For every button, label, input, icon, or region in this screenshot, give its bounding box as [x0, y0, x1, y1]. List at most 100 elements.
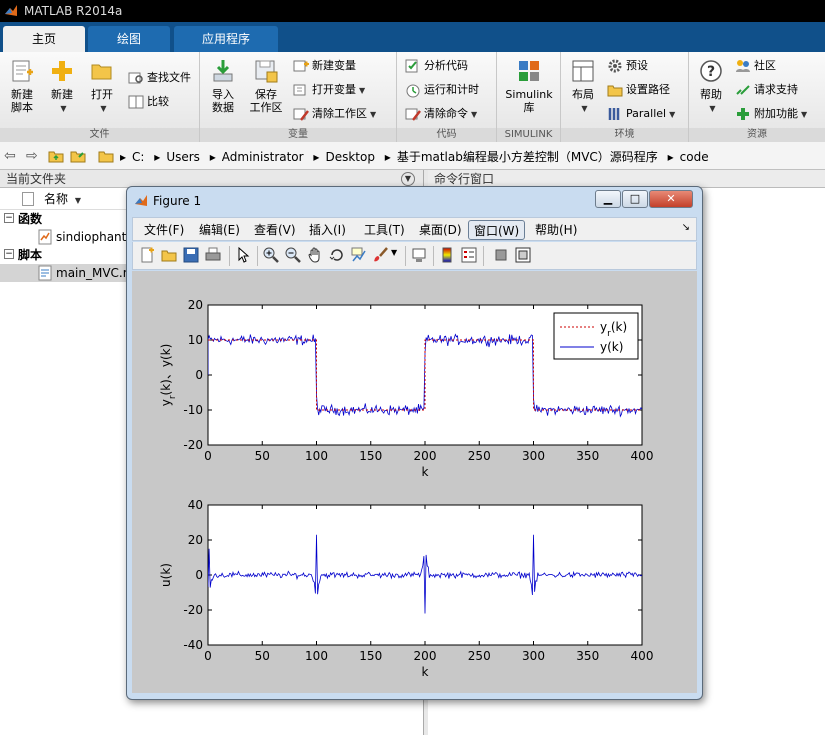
menu-edit[interactable]: 编辑(E)	[194, 220, 245, 240]
parallel-icon	[608, 108, 620, 120]
ribbon-group-resources: ? 帮助 ▼ 社区 请求支持 附加功能 ▼ 资源	[689, 52, 825, 142]
new-variable-icon	[293, 60, 309, 72]
open-button[interactable]: 打开 ▼	[84, 58, 120, 115]
breadcrumb-item[interactable]: Desktop	[325, 150, 375, 164]
tab-plots[interactable]: 绘图	[88, 26, 170, 52]
y-tick-label: 0	[195, 568, 203, 582]
panel-menu-icon[interactable]: ▼	[401, 172, 415, 186]
save-icon[interactable]	[183, 247, 199, 263]
zoom-out-icon[interactable]	[285, 247, 301, 263]
print-icon[interactable]	[205, 247, 221, 263]
menu-file[interactable]: 文件(F)	[139, 220, 189, 240]
import-data-button[interactable]: 导入 数据	[204, 58, 242, 114]
folder-open-icon	[91, 64, 112, 80]
hide-plot-tools-icon[interactable]	[493, 247, 509, 263]
y-tick-label: 10	[188, 333, 203, 347]
layout-icon	[572, 60, 594, 82]
breadcrumb-item[interactable]: 基于matlab编程最小方差控制（MVC）源码程序	[397, 150, 658, 164]
addons-button[interactable]: 附加功能 ▼	[735, 104, 807, 124]
legend-icon[interactable]	[461, 247, 477, 263]
minimize-button[interactable]: ▁	[595, 190, 621, 208]
open-file-icon[interactable]	[161, 247, 177, 263]
colorbar-icon[interactable]	[439, 247, 455, 263]
toolbar-separator	[257, 246, 258, 266]
data-cursor-icon[interactable]	[351, 247, 367, 263]
ribbon-group-environment: 布局 ▼ 预设 设置路径 Parallel ▼ 环境	[561, 52, 689, 142]
breadcrumb-item[interactable]: Administrator	[222, 150, 304, 164]
set-path-button[interactable]: 设置路径	[607, 80, 670, 100]
parallel-button[interactable]: Parallel ▼	[607, 104, 675, 124]
back-arrow-icon[interactable]: ⇦	[4, 148, 16, 164]
x-tick-label: 400	[631, 449, 654, 463]
script-file-icon	[38, 265, 52, 281]
pan-hand-icon[interactable]	[307, 247, 323, 263]
browse-folder-icon[interactable]	[70, 148, 86, 164]
forward-arrow-icon[interactable]: ⇨	[26, 148, 38, 164]
save-workspace-icon	[255, 60, 278, 83]
clear-commands-button[interactable]: 清除命令 ▼	[405, 104, 477, 124]
collapse-icon[interactable]: −	[4, 213, 14, 223]
community-button[interactable]: 社区	[735, 56, 776, 76]
compare-button[interactable]: 比较	[128, 92, 169, 112]
simulink-icon	[519, 61, 539, 81]
save-workspace-button[interactable]: 保存 工作区	[246, 58, 286, 114]
run-and-time-button[interactable]: 运行和计时	[405, 80, 479, 100]
new-script-button[interactable]: 新建 脚本	[4, 58, 40, 114]
community-icon	[736, 60, 750, 72]
link-plot-icon[interactable]	[411, 247, 427, 263]
legend: yr(k)y(k)	[553, 312, 639, 360]
chevron-down-icon[interactable]: ▼	[391, 248, 397, 257]
help-button[interactable]: ? 帮助 ▼	[693, 58, 729, 115]
dock-arrow-icon[interactable]: ↘	[682, 222, 690, 233]
environment-group-label: 环境	[561, 128, 688, 142]
chart-svg[interactable]: 0 50 100 150 200 250 300 350 400-20-1001020kyr(k…	[132, 271, 697, 693]
up-folder-icon[interactable]	[48, 148, 64, 164]
close-button[interactable]: ✕	[649, 190, 693, 208]
new-variable-button[interactable]: 新建变量	[293, 56, 356, 76]
ribbon-group-code: 分析代码 运行和计时 清除命令 ▼ 代码	[397, 52, 497, 142]
breadcrumb-item[interactable]: code	[680, 150, 709, 164]
axes-2: 0 50 100 150 200 250 300 350 400 -40 -20 0 20 40 k u(k)	[159, 498, 653, 679]
app-title: MATLAB R2014a	[24, 4, 123, 18]
maximize-button[interactable]: □	[622, 190, 648, 208]
folder-icon	[98, 151, 114, 163]
ribbon: 新建 脚本 新建 ▼ 打开 ▼ 查找文件 比较 文件 导入 数据 保存 工作区 新建变量	[0, 52, 825, 142]
show-plot-tools-icon[interactable]	[515, 247, 531, 263]
tab-home[interactable]: 主页	[3, 26, 85, 52]
find-files-button[interactable]: 查找文件	[128, 68, 191, 88]
request-support-button[interactable]: 请求支持	[735, 80, 798, 100]
ribbon-tabs: 主页 绘图 应用程序	[0, 22, 825, 52]
collapse-icon[interactable]: −	[4, 249, 14, 259]
find-files-icon	[128, 72, 143, 84]
breadcrumb-item[interactable]: Users	[166, 150, 200, 164]
rotate-3d-icon[interactable]	[329, 247, 345, 263]
open-variable-button[interactable]: 打开变量 ▼	[293, 80, 365, 100]
menu-insert[interactable]: 插入(I)	[304, 220, 351, 240]
y-tick-label: -10	[183, 403, 203, 417]
menu-help[interactable]: 帮助(H)	[530, 220, 582, 240]
breadcrumb-item[interactable]: C:	[132, 150, 144, 164]
function-file-icon	[38, 229, 52, 245]
addons-icon	[737, 108, 749, 120]
preferences-button[interactable]: 预设	[607, 56, 648, 76]
new-figure-icon[interactable]	[139, 247, 155, 263]
new-button[interactable]: 新建 ▼	[44, 58, 80, 115]
pointer-icon[interactable]	[235, 247, 251, 263]
brush-icon[interactable]	[373, 247, 389, 263]
menu-window[interactable]: 窗口(W)	[468, 220, 526, 240]
menu-tools[interactable]: 工具(T)	[359, 220, 410, 240]
clear-workspace-button[interactable]: 清除工作区 ▼	[293, 104, 376, 124]
menu-view[interactable]: 查看(V)	[249, 220, 301, 240]
x-tick-label: 50	[255, 449, 270, 463]
figure-toolbar: ▼	[132, 242, 697, 270]
layout-button[interactable]: 布局 ▼	[565, 58, 601, 115]
simulink-group-label: SIMULINK	[497, 128, 560, 142]
x-tick-label: 150	[359, 449, 382, 463]
resources-group-label: 资源	[689, 128, 825, 142]
analyze-code-button[interactable]: 分析代码	[405, 56, 468, 76]
chevron-down-icon: ▼	[471, 110, 478, 119]
menu-desktop[interactable]: 桌面(D)	[414, 220, 467, 240]
zoom-in-icon[interactable]	[263, 247, 279, 263]
simulink-library-button[interactable]: Simulink 库	[501, 58, 557, 114]
tab-apps[interactable]: 应用程序	[174, 26, 278, 52]
